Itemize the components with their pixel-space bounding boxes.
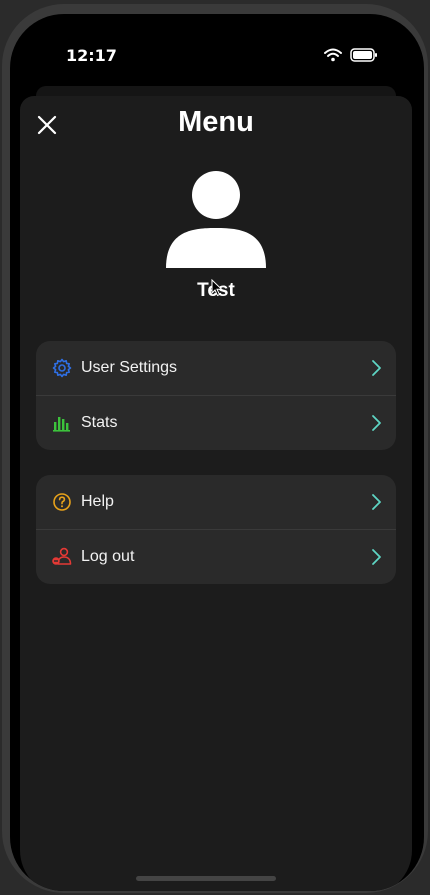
menu-item-log-out[interactable]: Log out: [36, 529, 396, 584]
menu-item-label: Stats: [81, 414, 118, 431]
mouse-cursor-icon: [211, 279, 223, 297]
bar-chart-icon: [53, 417, 70, 432]
chevron-right-icon: [372, 360, 381, 376]
battery-icon: [350, 48, 377, 62]
wifi-icon: [324, 48, 342, 62]
menu-item-user-settings[interactable]: User Settings: [36, 341, 396, 395]
help-circle-icon: [53, 493, 71, 511]
home-indicator[interactable]: [136, 876, 276, 881]
chevron-right-icon: [372, 549, 381, 565]
account-group: Help Log out: [36, 475, 396, 584]
chevron-right-icon: [372, 415, 381, 431]
gear-icon: [52, 358, 72, 378]
chevron-right-icon: [372, 494, 381, 510]
menu-item-label: Log out: [81, 548, 135, 565]
settings-group: User Settings Stats: [36, 341, 396, 450]
menu-item-label: User Settings: [81, 359, 178, 376]
menu-item-stats[interactable]: Stats: [36, 395, 396, 450]
logout-user-icon: [52, 547, 72, 565]
phone-screen: 12:17 Menu User Settings Stats Help Log …: [10, 14, 424, 891]
menu-item-help[interactable]: Help: [36, 475, 396, 529]
menu-sheet: Menu Test: [20, 96, 412, 891]
person-icon: [166, 171, 266, 268]
device-frame: 12:17 Menu User Settings Stats Help Log …: [0, 0, 430, 895]
page-title: Menu: [178, 106, 254, 138]
phone-bezel: 12:17 Menu User Settings Stats Help Log …: [2, 4, 428, 893]
menu-item-label: Help: [81, 493, 114, 510]
status-icons: [324, 48, 378, 62]
status-time: 12:17: [66, 46, 117, 65]
